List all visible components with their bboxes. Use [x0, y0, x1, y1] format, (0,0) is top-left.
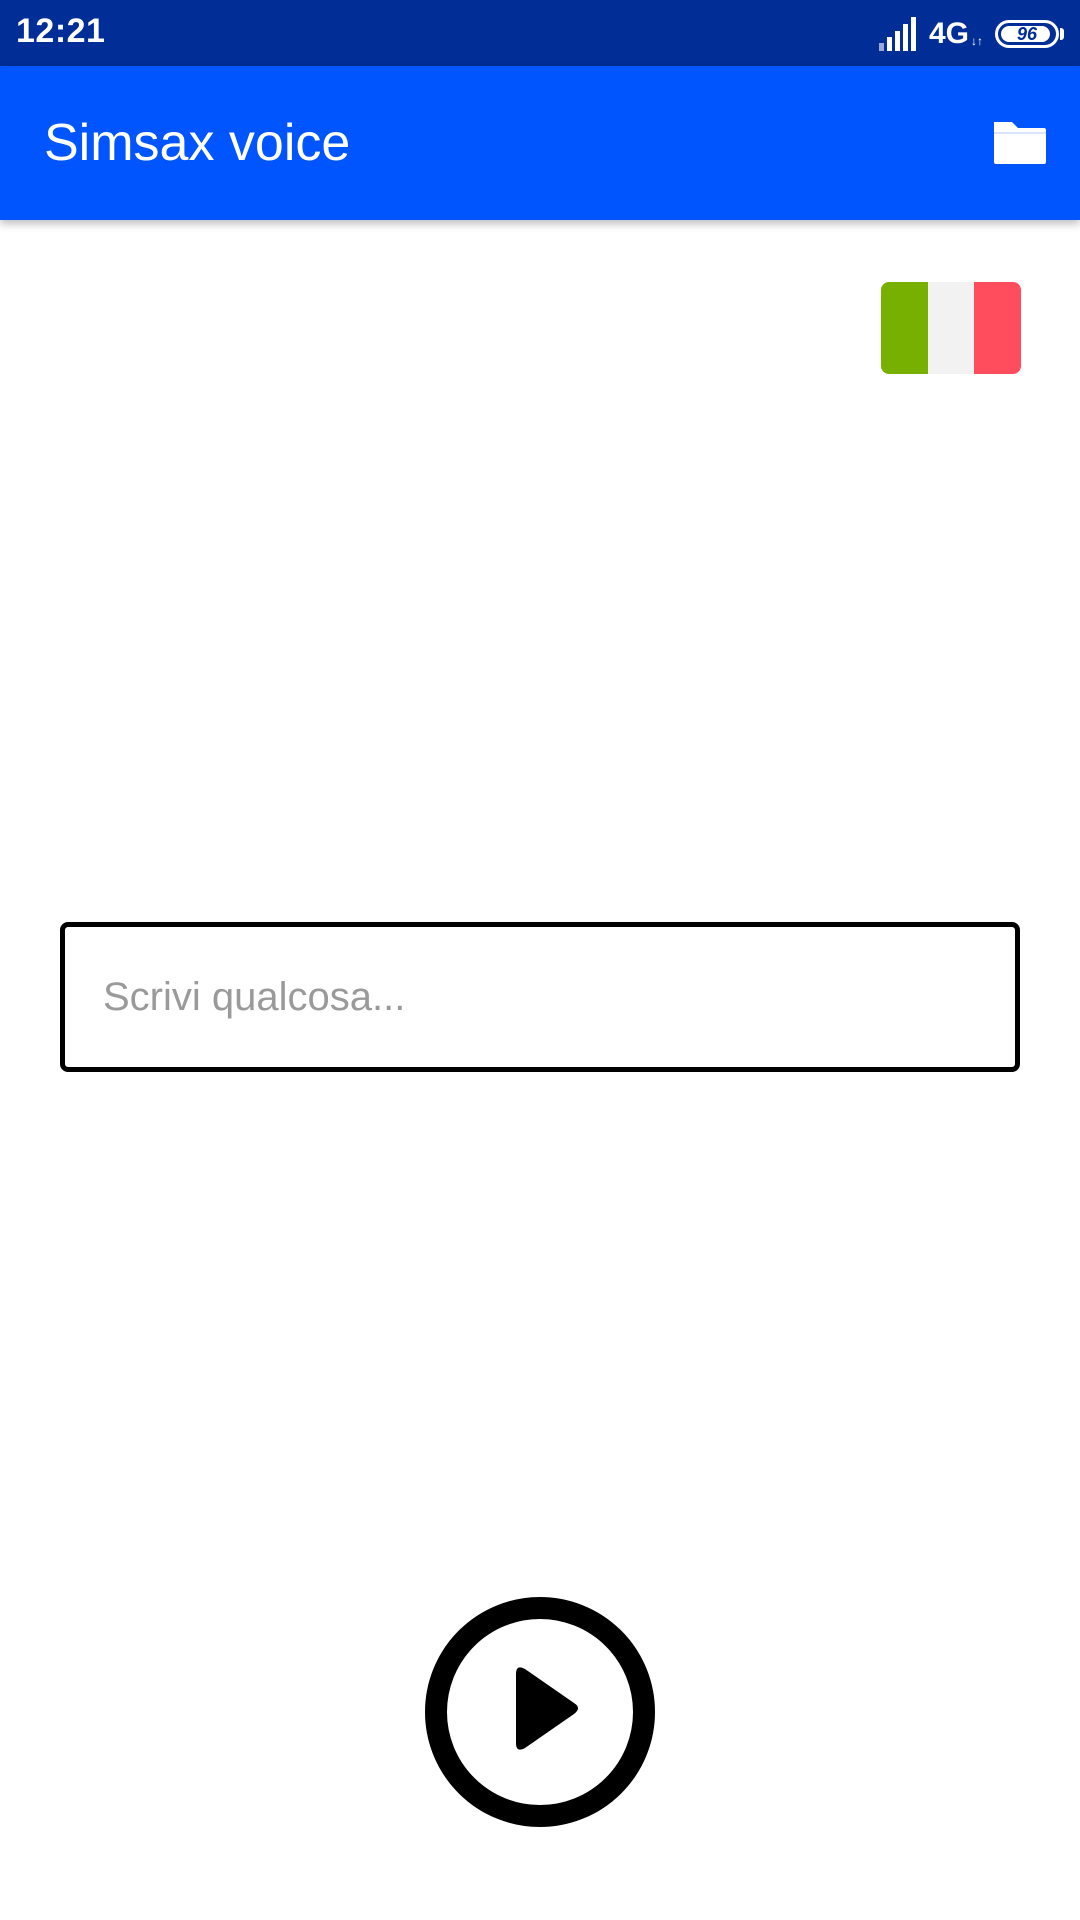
text-input[interactable] — [60, 922, 1020, 1072]
language-flag-button[interactable] — [881, 282, 1021, 374]
status-time: 12:21 — [16, 12, 106, 50]
status-bar: 12:21 4G ↓↑ 96 — [0, 0, 1080, 66]
app-bar: Simsax voice — [0, 66, 1080, 220]
signal-bars-icon — [878, 17, 916, 51]
folder-button[interactable] — [990, 118, 1050, 168]
flag-band-green — [881, 282, 928, 374]
flag-band-red — [974, 282, 1021, 374]
battery-icon: 96 — [995, 20, 1059, 48]
folder-icon — [994, 122, 1046, 164]
battery-nub — [1060, 28, 1064, 40]
network-type: 4G — [928, 17, 969, 50]
network-activity-icon: ↓↑ — [971, 34, 983, 48]
status-indicators: 4G ↓↑ 96 — [878, 14, 1064, 54]
play-button[interactable] — [422, 1594, 658, 1830]
play-circle-icon — [425, 1597, 655, 1827]
app-title: Simsax voice — [44, 114, 351, 172]
battery-level: 96 — [1016, 23, 1038, 44]
flag-band-white — [927, 282, 975, 374]
